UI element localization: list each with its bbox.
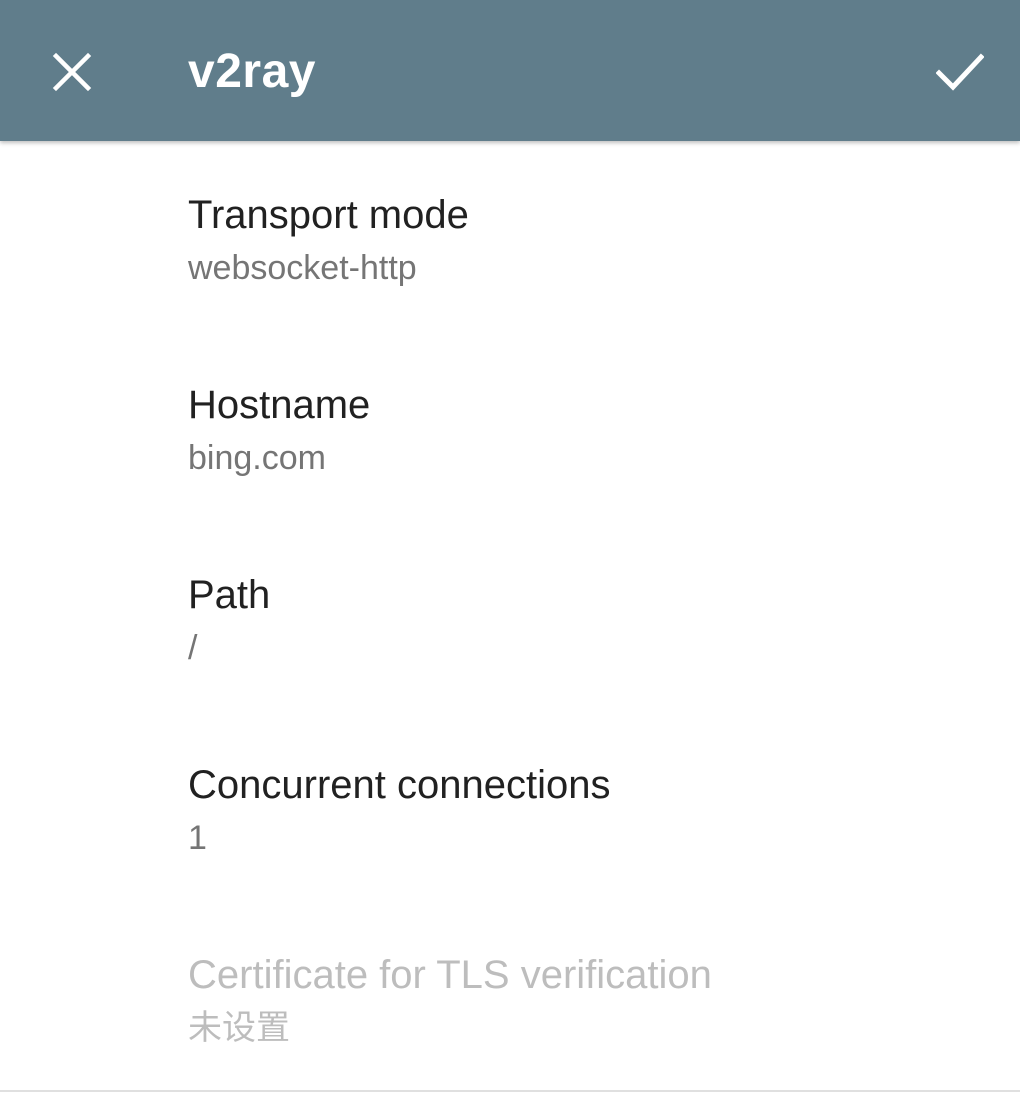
pref-transport-mode[interactable]: Transport mode websocket-http	[0, 141, 1020, 331]
pref-summary: bing.com	[188, 439, 326, 477]
pref-title: Hostname	[188, 383, 371, 427]
close-icon	[52, 52, 92, 92]
pref-summary: websocket-http	[188, 249, 417, 287]
pref-concurrent-connections[interactable]: Concurrent connections 1	[0, 711, 1020, 901]
pref-summary: 未设置	[188, 1009, 290, 1047]
check-icon	[936, 53, 984, 91]
confirm-button[interactable]	[916, 28, 1004, 116]
pref-summary: /	[188, 629, 198, 667]
pref-title: Transport mode	[188, 193, 469, 237]
pref-title: Path	[188, 573, 271, 617]
bottom-divider	[0, 1090, 1020, 1092]
app-toolbar: v2ray	[0, 0, 1020, 141]
pref-path[interactable]: Path /	[0, 521, 1020, 711]
toolbar-title: v2ray	[188, 45, 316, 98]
close-button[interactable]	[28, 28, 116, 116]
pref-title: Certificate for TLS verification	[188, 953, 712, 997]
pref-title: Concurrent connections	[188, 763, 611, 807]
pref-summary: 1	[188, 819, 207, 857]
preference-list: Transport mode websocket-http Hostname b…	[0, 141, 1020, 1091]
pref-tls-certificate: Certificate for TLS verification 未设置	[0, 901, 1020, 1091]
pref-hostname[interactable]: Hostname bing.com	[0, 331, 1020, 521]
